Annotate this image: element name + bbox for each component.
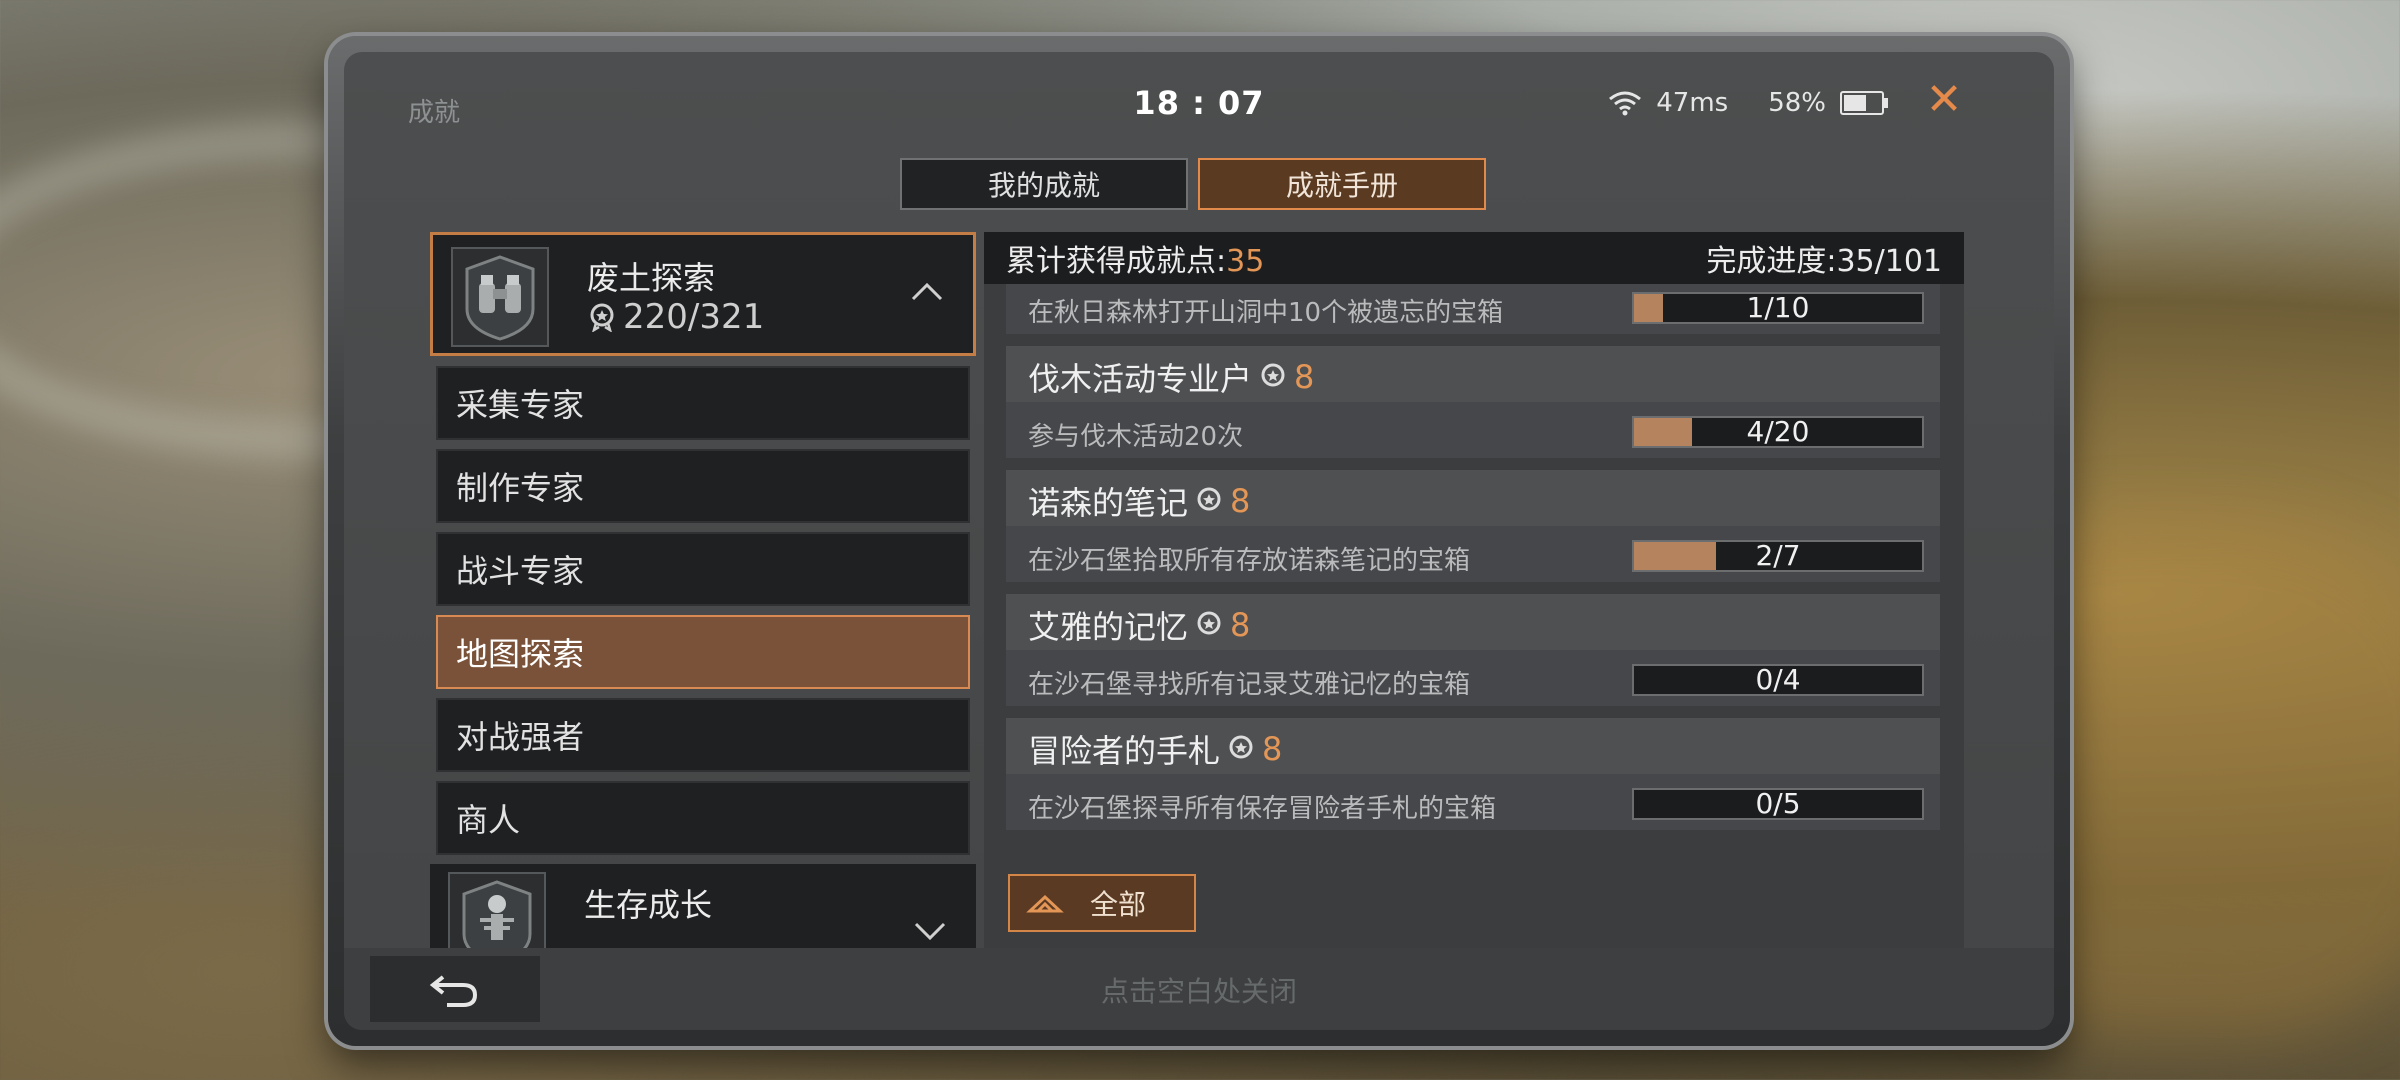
points-label: 累计获得成就点: — [1006, 244, 1227, 279]
tab-my-achievements[interactable]: 我的成就 — [900, 158, 1188, 210]
close-hint: 点击空白处关闭 — [1100, 975, 1297, 1008]
achievement-panel: 累计获得成就点:35 完成进度:35/101 在秋日森林打开山洞中10个被遗忘的… — [984, 232, 1964, 950]
achievement-name-row: 诺森的笔记 8 — [1028, 478, 1250, 524]
achievement-name: 伐木活动专业户 — [1028, 360, 1253, 398]
wifi-icon — [1609, 91, 1642, 116]
achievement-desc-row: 在沙石堡探寻所有保存冒险者手札的宝箱 0/5 — [1006, 774, 1940, 830]
achievement-tablet: 成就 18 : 07 47ms 58% ✕ 我的成就 成就手册 废土探索 220… — [328, 36, 2070, 1046]
battery-text: 58% — [1768, 88, 1826, 118]
subcategory-merchant[interactable]: 商人 — [436, 781, 970, 855]
category-next[interactable]: 生存成长 — [430, 864, 976, 950]
achievement-name: 冒险者的手札 — [1028, 732, 1221, 770]
chevron-up-icon — [911, 282, 943, 301]
achievement-card: 伐木活动专业户 8 参与伐木活动20次 4/20 — [1006, 346, 1940, 458]
achievement-card: 艾雅的记忆 8 在沙石堡寻找所有记录艾雅记忆的宝箱 0/4 — [1006, 594, 1940, 706]
subcategory-list: 采集专家 制作专家 战斗专家 地图探索 对战强者 商人 — [430, 366, 976, 855]
progress-text: 2/7 — [1755, 539, 1801, 572]
category-score: 220/321 — [587, 297, 764, 337]
achievement-points: 8 — [1294, 358, 1315, 396]
medal-icon — [1197, 611, 1221, 635]
achievement-card: 在秋日森林打开山洞中10个被遗忘的宝箱 1/10 — [1006, 284, 1940, 334]
double-chevron-up-icon — [1026, 894, 1064, 913]
progress-text: 1/10 — [1746, 291, 1810, 324]
achievement-desc: 在沙石堡寻找所有记录艾雅记忆的宝箱 — [1028, 670, 1471, 700]
medal-icon — [590, 303, 614, 332]
achievement-name: 诺森的笔记 — [1028, 484, 1189, 522]
tab-achievement-handbook[interactable]: 成就手册 — [1198, 158, 1486, 210]
achievement-name: 艾雅的记忆 — [1028, 608, 1189, 646]
achievement-progress-bar: 4/20 — [1632, 416, 1924, 448]
subcategory-combat[interactable]: 战斗专家 — [436, 532, 970, 606]
battery-icon — [1840, 91, 1888, 115]
achievement-progress-bar: 0/5 — [1632, 788, 1924, 820]
achievement-card: 冒险者的手札 8 在沙石堡探寻所有保存冒险者手札的宝箱 0/5 — [1006, 718, 1940, 830]
close-icon[interactable]: ✕ — [1920, 76, 1968, 124]
achievement-list[interactable]: 在秋日森林打开山洞中10个被遗忘的宝箱 1/10 伐木活动专业户 8 参与伐木活… — [984, 284, 1964, 874]
achievement-desc-row: 在沙石堡拾取所有存放诺森笔记的宝箱 2/7 — [1006, 526, 1940, 582]
achievement-desc-row: 在秋日森林打开山洞中10个被遗忘的宝箱 1/10 — [1006, 284, 1940, 334]
subcategory-pvp[interactable]: 对战强者 — [436, 698, 970, 772]
show-all-button[interactable]: 全部 — [1008, 874, 1196, 932]
achievement-desc-row: 在沙石堡寻找所有记录艾雅记忆的宝箱 0/4 — [1006, 650, 1940, 706]
achievement-progress-bar: 1/10 — [1632, 292, 1924, 324]
achievement-desc: 参与伐木活动20次 — [1028, 422, 1244, 452]
subcategory-map-exploration[interactable]: 地图探索 — [436, 615, 970, 689]
progress-text: 0/5 — [1755, 787, 1801, 820]
achievement-summary: 累计获得成就点:35 完成进度:35/101 — [984, 232, 1964, 284]
achievement-progress-bar: 0/4 — [1632, 664, 1924, 696]
completion-progress: 完成进度:35/101 — [1706, 244, 1942, 279]
category-header[interactable]: 废土探索 220/321 — [430, 232, 976, 356]
achievement-points: 8 — [1230, 606, 1251, 644]
bottom-bar: 点击空白处关闭 — [344, 948, 2054, 1030]
points-value: 35 — [1226, 244, 1265, 279]
category-title: 废土探索 — [587, 259, 716, 297]
subcategory-gathering[interactable]: 采集专家 — [436, 366, 970, 440]
category-score-value: 220/321 — [623, 297, 765, 337]
achievement-progress-bar: 2/7 — [1632, 540, 1924, 572]
achievement-card: 诺森的笔记 8 在沙石堡拾取所有存放诺森笔记的宝箱 2/7 — [1006, 470, 1940, 582]
achievement-desc: 在秋日森林打开山洞中10个被遗忘的宝箱 — [1028, 298, 1504, 328]
binoculars-emblem-icon — [451, 247, 549, 347]
medal-icon — [1229, 735, 1253, 759]
points-summary: 累计获得成就点:35 — [1006, 236, 1264, 280]
tab-bar: 我的成就 成就手册 — [900, 158, 1486, 210]
skeleton-emblem-icon — [448, 872, 546, 950]
category-next-title: 生存成长 — [584, 886, 713, 924]
achievement-name-row: 冒险者的手札 8 — [1028, 726, 1282, 772]
achievement-name-row: 伐木活动专业户 8 — [1028, 354, 1314, 400]
subcategory-crafting[interactable]: 制作专家 — [436, 449, 970, 523]
chevron-down-icon — [914, 922, 946, 941]
achievement-desc: 在沙石堡拾取所有存放诺森笔记的宝箱 — [1028, 546, 1471, 576]
achievement-desc-row: 参与伐木活动20次 4/20 — [1006, 402, 1940, 458]
medal-icon — [1261, 363, 1285, 387]
tablet-screen: 成就 18 : 07 47ms 58% ✕ 我的成就 成就手册 废土探索 220… — [344, 52, 2054, 1030]
category-panel: 废土探索 220/321 采集专家 制作专家 战斗专家 地图探索 对战强者 商人… — [430, 232, 976, 950]
achievement-desc: 在沙石堡探寻所有保存冒险者手札的宝箱 — [1028, 794, 1497, 824]
achievement-name-row: 艾雅的记忆 8 — [1028, 602, 1250, 648]
status-indicators: 47ms 58% — [1608, 88, 1888, 118]
medal-icon — [1197, 487, 1221, 511]
achievement-points: 8 — [1262, 730, 1283, 768]
ping-text: 47ms — [1656, 88, 1729, 118]
achievement-points: 8 — [1230, 482, 1251, 520]
show-all-label: 全部 — [1090, 888, 1147, 921]
progress-text: 4/20 — [1746, 415, 1810, 448]
progress-text: 0/4 — [1755, 663, 1801, 696]
